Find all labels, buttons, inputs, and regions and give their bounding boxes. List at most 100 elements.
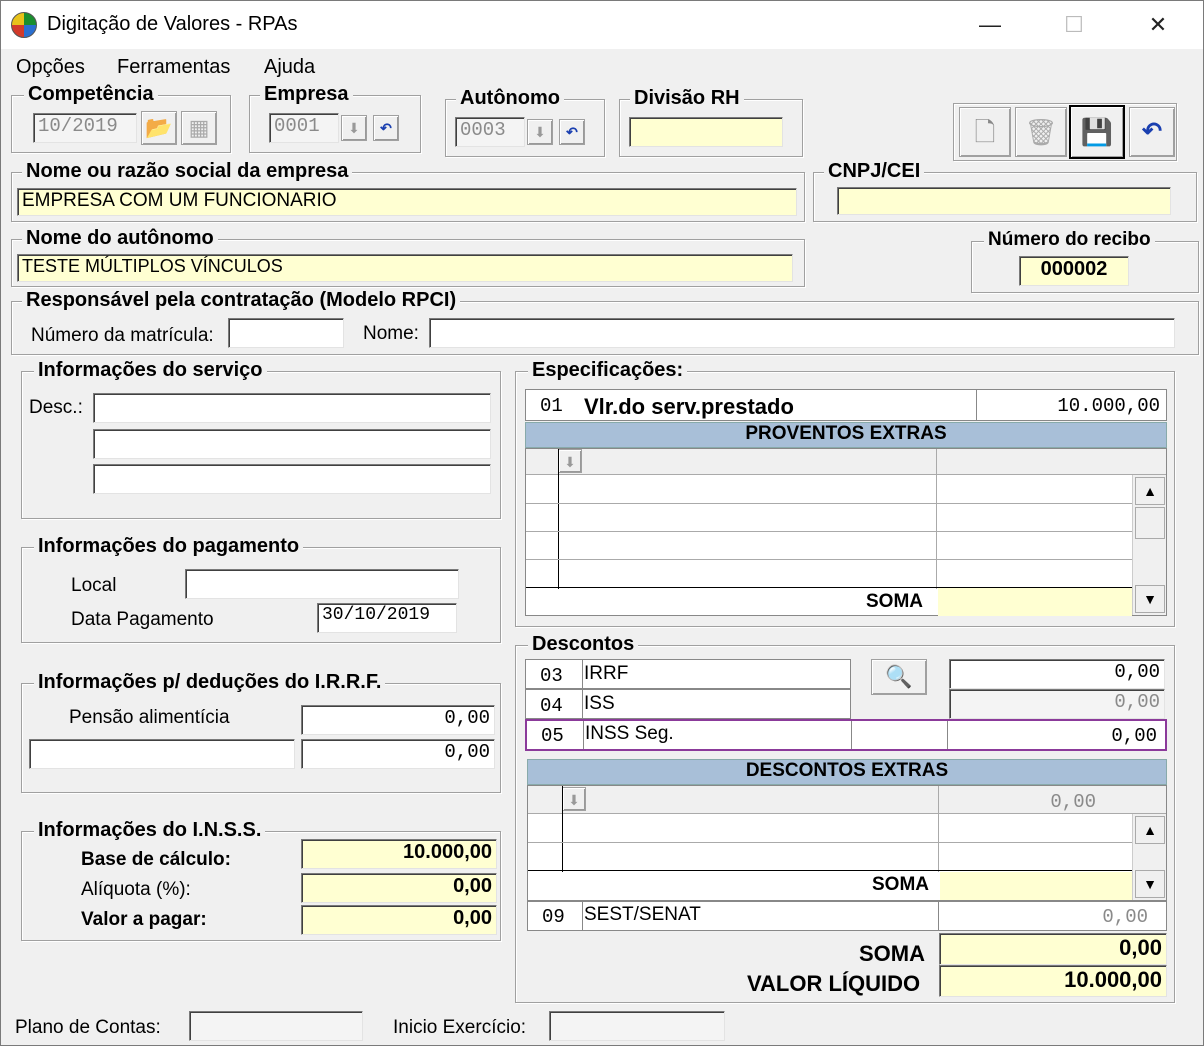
scroll-down-button[interactable]: ▼ [1135,585,1165,613]
magnifier-icon: 🔍 [885,664,913,689]
desc-input-3[interactable] [93,464,491,494]
descontos-soma-label: SOMA [872,874,929,895]
responsavel-nome-input[interactable] [429,318,1175,348]
descontos-label: Descontos [528,633,639,656]
window-title: Digitação de Valores - RPAs [47,13,298,35]
valor-pagar-input[interactable]: 0,00 [301,905,497,935]
descontos-soma-value [940,872,1132,900]
data-pagamento-input[interactable]: 30/10/2019 [317,603,457,633]
servico-prestado-row: 01 Vlr.do serv.prestado 10.000,00 [525,389,1167,421]
menu-ferramentas[interactable]: Ferramentas [117,56,230,79]
matricula-label: Número da matrícula: [31,325,214,346]
descontos-scrollbar[interactable]: ▲ ▼ [1132,814,1166,900]
desconto-row-iss[interactable]: 04 ISS [525,689,851,720]
desc-input-1[interactable] [93,393,491,423]
grid-icon: ▦ [188,115,210,140]
desconto-value-inss[interactable]: 0,00 [1111,725,1157,747]
irrf-outro-desc-input[interactable] [29,739,295,769]
minimize-button[interactable]: — [947,1,1033,49]
proventos-extras-header: PROVENTOS EXTRAS [525,422,1167,448]
open-folder-button[interactable]: 📂 [141,111,177,145]
especificacoes-label: Especificações: [528,359,688,382]
divisao-input[interactable] [629,117,783,147]
desconto-code: 04 [540,695,563,717]
responsavel-label: Responsável pela contratação (Modelo RPC… [22,289,461,312]
descontos-extras-header: DESCONTOS EXTRAS [527,759,1167,785]
competencia-input[interactable]: 10/2019 [33,113,137,143]
menu-ajuda[interactable]: Ajuda [264,56,315,79]
empresa-label: Empresa [260,83,353,106]
search-button[interactable]: 🔍 [871,659,927,695]
plano-contas-label: Plano de Contas: [15,1017,161,1038]
scroll-thumb[interactable] [1135,507,1165,539]
title-bar: Digitação de Valores - RPAs — ☐ ✕ [1,1,1203,49]
download-icon: ⬇ [348,120,360,136]
undo-button[interactable]: ↶ [1129,107,1175,157]
divisao-label: Divisão RH [630,87,744,110]
razao-input[interactable]: EMPRESA COM UM FUNCIONARIO [17,188,797,216]
base-calculo-input[interactable]: 10.000,00 [301,839,497,869]
desconto-row-irrf[interactable]: 03 IRRF [525,659,851,690]
new-document-icon: 🗋 [974,117,996,147]
recibo-input[interactable]: 000002 [1019,256,1129,286]
calendar-button[interactable]: ▦ [181,111,217,145]
desconto-value-iss[interactable]: 0,00 [949,689,1165,719]
autonomo-download-button[interactable]: ⬇ [527,119,553,145]
autonomo-undo-button[interactable]: ↶ [559,119,585,145]
arrow-up-icon: ▲ [1143,483,1157,499]
servico-desc: Vlr.do serv.prestado [584,394,794,419]
close-button[interactable]: ✕ [1115,1,1201,49]
scroll-down-button[interactable]: ▼ [1135,870,1165,898]
save-icon: 💾 [1080,117,1114,147]
total-soma-value: 0,00 [939,933,1167,965]
trash-icon: 🗑 [1024,117,1058,147]
window: Digitação de Valores - RPAs — ☐ ✕ Opções… [0,0,1204,1046]
arrow-up-icon: ▲ [1143,822,1157,838]
pensao-input[interactable]: 0,00 [301,705,495,735]
local-input[interactable] [185,569,459,599]
servico-value[interactable]: 10.000,00 [1057,395,1160,417]
proventos-grid[interactable]: ⬇ SOMA ▲ ▼ [525,448,1167,616]
scroll-up-button[interactable]: ▲ [1135,477,1165,505]
save-button[interactable]: 💾 [1069,105,1125,159]
cnpj-input[interactable] [837,187,1171,215]
valor-pagar-label: Valor a pagar: [81,909,207,930]
desc-label: Desc.: [29,397,83,418]
sest-desc: SEST/SENAT [584,904,701,925]
empresa-download-button[interactable]: ⬇ [341,115,367,141]
desconto-code: 05 [541,725,564,747]
proventos-scrollbar[interactable]: ▲ ▼ [1132,475,1166,615]
app-icon [11,12,37,38]
desconto-value-irrf[interactable]: 0,00 [949,659,1165,689]
download-icon: ⬇ [564,454,576,470]
maximize-button[interactable]: ☐ [1031,1,1117,49]
razao-label: Nome ou razão social da empresa [22,160,353,183]
irrf-outro-input[interactable]: 0,00 [301,739,495,769]
proventos-add-button[interactable]: ⬇ [558,449,582,473]
scroll-up-button[interactable]: ▲ [1135,816,1165,844]
undo-icon: ↶ [1141,118,1163,145]
empresa-undo-button[interactable]: ↶ [373,115,399,141]
empresa-input[interactable]: 0001 [269,113,339,143]
proventos-soma-label: SOMA [866,591,923,612]
aliquota-label: Alíquota (%): [81,879,191,900]
arrow-down-icon: ▼ [1143,876,1157,892]
cnpj-label: CNPJ/CEI [824,160,925,183]
desconto-desc: INSS Seg. [585,723,674,744]
sest-value[interactable]: 0,00 [1102,906,1148,928]
proventos-soma-value [938,588,1132,616]
menu-opcoes[interactable]: Opções [16,56,85,79]
desconto-row-inss[interactable]: 05 INSS Seg. 0,00 [525,719,1167,751]
desc-input-2[interactable] [93,429,491,459]
delete-button[interactable]: 🗑 [1015,107,1067,157]
inicio-exercicio-input [549,1011,725,1041]
new-button[interactable]: 🗋 [959,107,1011,157]
aliquota-input[interactable]: 0,00 [301,873,497,903]
descontos-add-button[interactable]: ⬇ [562,787,586,811]
autonomo-input[interactable]: 0003 [455,117,525,147]
matricula-input[interactable] [228,318,344,348]
desconto-desc: ISS [584,693,615,714]
sest-senat-row[interactable]: 09 SEST/SENAT 0,00 [527,901,1167,931]
descontos-grid[interactable]: ⬇ 0,00 SOMA ▲ ▼ [527,785,1167,901]
nome-autonomo-input[interactable]: TESTE MÚLTIPLOS VÍNCULOS [17,254,793,282]
